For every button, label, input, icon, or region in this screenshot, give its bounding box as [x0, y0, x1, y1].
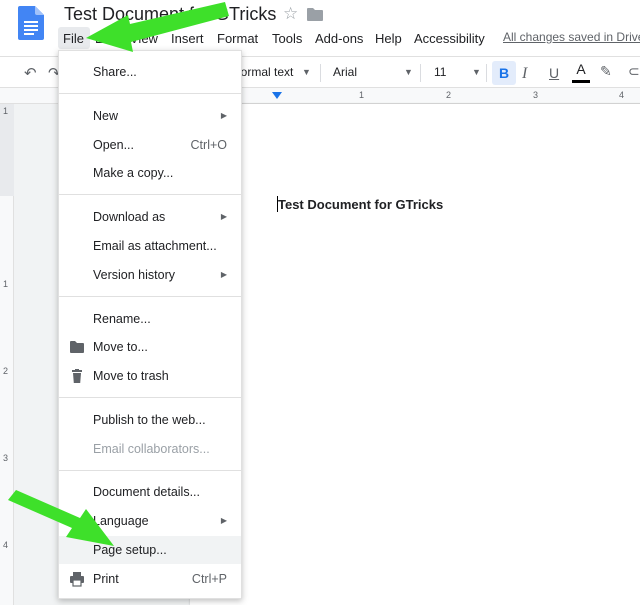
menu-item-make-copy[interactable]: Make a copy... [59, 159, 241, 187]
menu-item-label: Email collaborators... [93, 442, 210, 456]
menu-item-move-to-trash[interactable]: Move to trash [59, 362, 241, 390]
menu-shortcut: Ctrl+P [191, 572, 227, 586]
ruler-mark: 4 [3, 540, 9, 550]
menu-insert[interactable]: Insert [171, 31, 204, 46]
menu-divider [59, 397, 241, 398]
menu-item-share[interactable]: Share... [59, 58, 241, 86]
menu-item-version-history[interactable]: Version history ▶ [59, 261, 241, 289]
menu-view[interactable]: View [130, 31, 158, 46]
menu-item-label: Publish to the web... [93, 413, 206, 427]
menu-item-new[interactable]: New ▶ [59, 102, 241, 130]
text-color-swatch [572, 80, 590, 83]
ruler-margin-shade [0, 104, 14, 196]
vertical-ruler[interactable]: 1 1 2 3 4 [0, 104, 14, 605]
chevron-down-icon[interactable]: ▼ [302, 67, 311, 77]
document-title[interactable]: Test Document for GTricks [64, 4, 276, 25]
link-icon[interactable]: ⊂ [628, 63, 640, 80]
menu-item-label: Move to trash [93, 369, 169, 383]
menu-item-download-as[interactable]: Download as ▶ [59, 203, 241, 231]
menu-item-label: New [93, 109, 119, 123]
print-icon [70, 572, 84, 587]
menu-item-move-to[interactable]: Move to... [59, 333, 241, 361]
menu-file[interactable]: File [63, 31, 84, 46]
menu-item-label: Print [93, 572, 119, 586]
menu-item-label: Download as [93, 210, 166, 224]
menu-item-label: Email as attachment... [93, 239, 217, 253]
menu-item-language[interactable]: Language ▶ [59, 507, 241, 535]
text-color-label: A [576, 61, 586, 77]
submenu-arrow-icon: ▶ [220, 516, 227, 525]
menu-addons[interactable]: Add-ons [315, 31, 363, 46]
ruler-mark: 4 [619, 90, 625, 100]
ruler-mark: 1 [3, 279, 9, 289]
menu-item-label: Document details... [93, 485, 200, 499]
menu-item-label: Share... [93, 65, 137, 79]
font-family-select[interactable]: Arial [333, 65, 357, 79]
toolbar-divider [420, 64, 421, 82]
undo-icon[interactable]: ↶ [24, 64, 37, 82]
italic-button[interactable]: I [522, 65, 527, 83]
menu-item-label: Open... [93, 138, 134, 152]
menu-item-label: Move to... [93, 340, 148, 354]
file-menu-dropdown: Share... New ▶ Open... Ctrl+O Make a cop… [58, 50, 242, 599]
ruler-mark: 3 [533, 90, 539, 100]
ruler-mark: 3 [3, 453, 9, 463]
menu-shortcut: Ctrl+O [190, 138, 227, 152]
menu-item-rename[interactable]: Rename... [59, 305, 241, 333]
menu-item-email-collaborators: Email collaborators... [59, 435, 241, 463]
toolbar-divider [320, 64, 321, 82]
menu-format[interactable]: Format [217, 31, 258, 46]
toolbar-divider [486, 64, 487, 82]
menu-divider [59, 296, 241, 297]
underline-button[interactable]: U [549, 65, 559, 81]
ruler-mark: 2 [3, 366, 9, 376]
menu-item-page-setup[interactable]: Page setup... [59, 536, 241, 564]
star-icon[interactable]: ☆ [283, 4, 298, 24]
menu-item-label: Version history [93, 268, 175, 282]
menu-item-open[interactable]: Open... Ctrl+O [59, 131, 241, 159]
submenu-arrow-icon: ▶ [220, 270, 227, 279]
menu-item-document-details[interactable]: Document details... [59, 478, 241, 506]
ruler-mark: 1 [3, 106, 9, 116]
submenu-arrow-icon: ▶ [220, 212, 227, 221]
text-color-button[interactable]: A [571, 61, 591, 83]
folder-icon [70, 341, 84, 353]
menu-item-publish-web[interactable]: Publish to the web... [59, 406, 241, 434]
bold-button[interactable]: B [492, 61, 516, 85]
menu-edit[interactable]: Edit [95, 31, 117, 46]
chevron-down-icon[interactable]: ▼ [404, 67, 413, 77]
submenu-arrow-icon: ▶ [220, 111, 227, 120]
chevron-down-icon[interactable]: ▼ [472, 67, 481, 77]
font-size-select[interactable]: 11 [434, 65, 446, 79]
document-page[interactable] [190, 104, 640, 605]
menu-help[interactable]: Help [375, 31, 402, 46]
menu-divider [59, 470, 241, 471]
menu-tools[interactable]: Tools [272, 31, 302, 46]
trash-icon [72, 369, 82, 383]
menu-item-label: Page setup... [93, 543, 167, 557]
menu-item-label: Language [93, 514, 149, 528]
menu-item-label: Rename... [93, 312, 151, 326]
docs-logo-icon[interactable] [18, 6, 44, 40]
save-status-link[interactable]: All changes saved in Drive [503, 30, 640, 44]
menu-accessibility[interactable]: Accessibility [414, 31, 485, 46]
menu-item-label: Make a copy... [93, 166, 174, 180]
highlight-pen-icon[interactable]: ✎ [600, 63, 612, 80]
menu-item-print[interactable]: Print Ctrl+P [59, 565, 241, 593]
indent-marker[interactable] [272, 92, 282, 99]
document-body-text[interactable]: Test Document for GTricks [278, 197, 443, 212]
ruler-mark: 1 [359, 90, 365, 100]
menu-divider [59, 194, 241, 195]
folder-icon[interactable] [307, 8, 323, 21]
menu-divider [59, 93, 241, 94]
ruler-mark: 2 [446, 90, 452, 100]
menu-item-email-attachment[interactable]: Email as attachment... [59, 232, 241, 260]
